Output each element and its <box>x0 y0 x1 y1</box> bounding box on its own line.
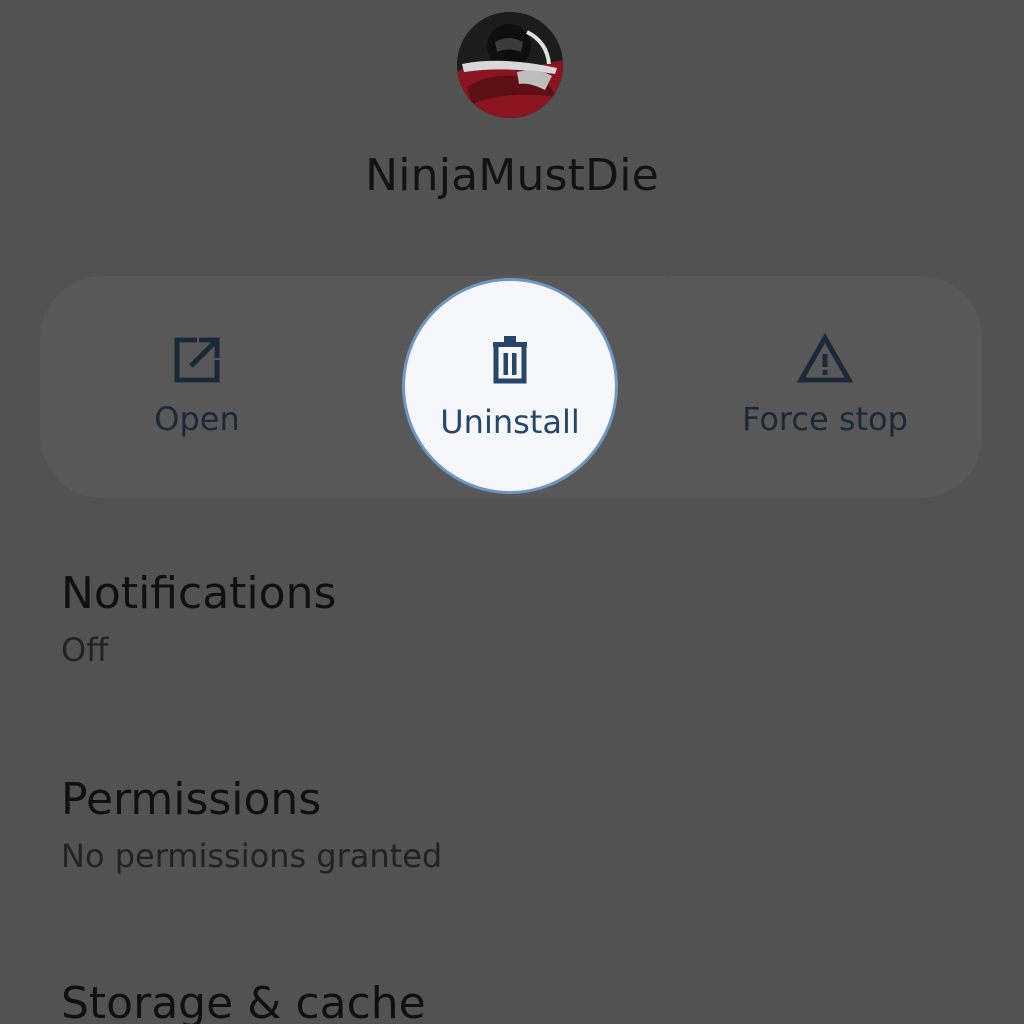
setting-title: Permissions <box>61 774 322 825</box>
force-stop-button[interactable]: Force stop <box>668 276 982 498</box>
ninja-app-icon <box>457 12 563 118</box>
setting-subtitle: Off <box>61 631 109 669</box>
app-name: NinjaMustDie <box>365 150 659 201</box>
open-external-icon <box>169 332 225 388</box>
setting-notifications[interactable]: Notifications Off <box>61 568 336 669</box>
trash-icon <box>482 331 538 387</box>
app-info-screen: NinjaMustDie Open Force stop Uninstall N… <box>0 0 1024 1024</box>
setting-permissions[interactable]: Permissions No permissions granted <box>61 774 442 875</box>
uninstall-label: Uninstall <box>440 403 580 441</box>
setting-title: Notifications <box>61 568 337 619</box>
setting-storage-cache[interactable]: Storage & cache <box>61 978 426 1024</box>
setting-subtitle: No permissions granted <box>61 837 443 875</box>
force-stop-label: Force stop <box>742 400 908 438</box>
open-label: Open <box>154 400 240 438</box>
open-button[interactable]: Open <box>40 276 354 498</box>
uninstall-button[interactable]: Uninstall <box>405 281 615 491</box>
setting-title: Storage & cache <box>61 978 426 1024</box>
warning-icon <box>797 332 853 388</box>
